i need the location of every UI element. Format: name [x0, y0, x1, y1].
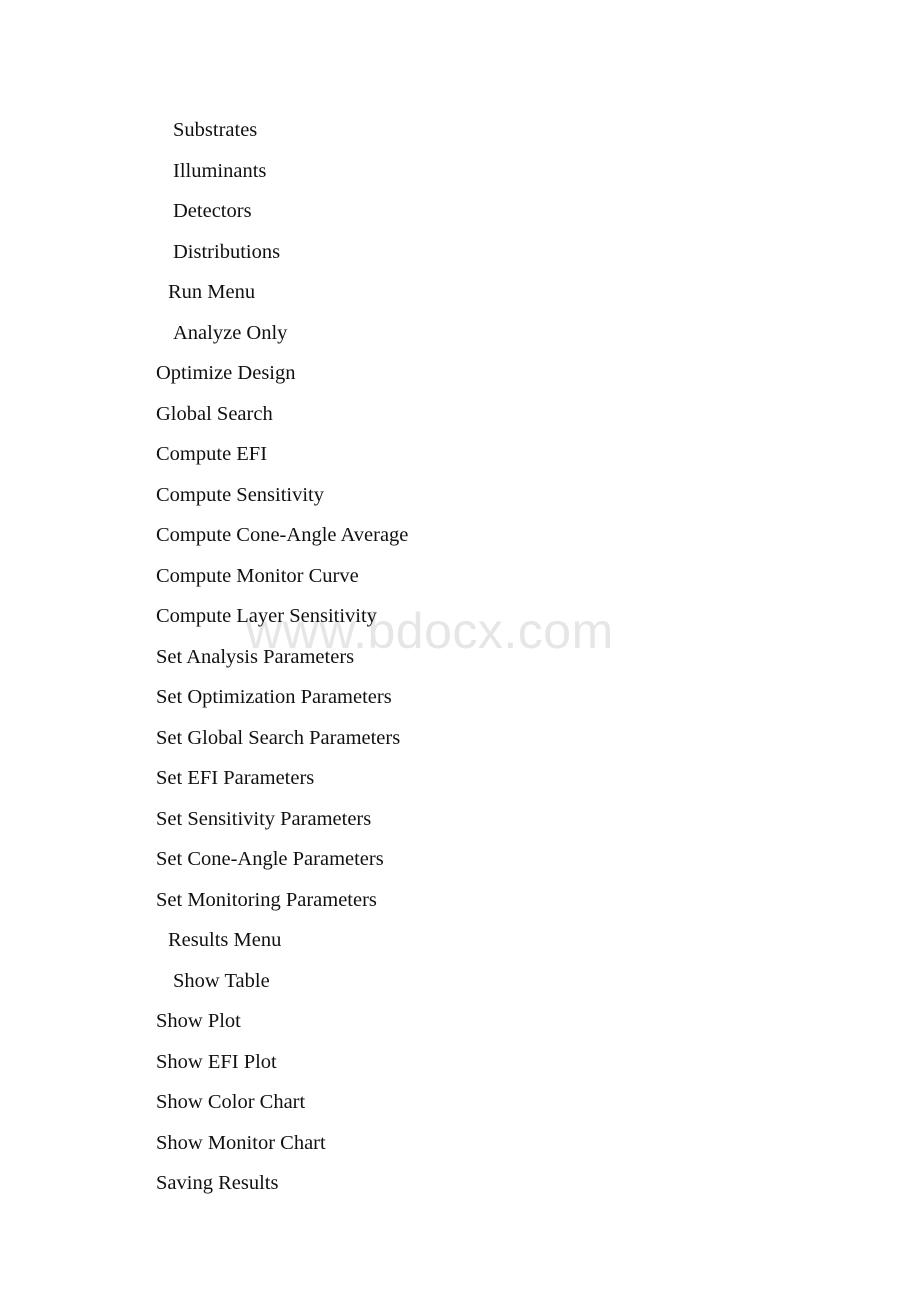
toc-entry[interactable]: Distributions: [0, 232, 920, 273]
toc-entry[interactable]: Set Sensitivity Parameters: [0, 799, 920, 840]
toc-entry[interactable]: Show Plot: [0, 1001, 920, 1042]
toc-entry[interactable]: Results Menu: [0, 920, 920, 961]
toc-entry[interactable]: Set Monitoring Parameters: [0, 880, 920, 921]
toc-entry[interactable]: Compute Cone-Angle Average: [0, 515, 920, 556]
document-page: www.bdocx.com Substrates Illuminants Detec…: [0, 0, 920, 1302]
toc-entry[interactable]: Show Table: [0, 961, 920, 1002]
toc-entry[interactable]: Set Analysis Parameters: [0, 637, 920, 678]
toc-entry[interactable]: Compute Monitor Curve: [0, 556, 920, 597]
toc-entry[interactable]: Show Color Chart: [0, 1082, 920, 1123]
toc-entry[interactable]: Set Global Search Parameters: [0, 718, 920, 759]
toc-entry[interactable]: Optimize Design: [0, 353, 920, 394]
toc-entry[interactable]: Substrates: [0, 110, 920, 151]
toc-entry[interactable]: Show EFI Plot: [0, 1042, 920, 1083]
toc-entry[interactable]: Set Optimization Parameters: [0, 677, 920, 718]
toc-entry[interactable]: Analyze Only: [0, 313, 920, 354]
toc-entry[interactable]: Compute Layer Sensitivity: [0, 596, 920, 637]
table-of-contents: Substrates Illuminants Detectors Distributi…: [0, 110, 920, 1204]
toc-entry[interactable]: Set Cone-Angle Parameters: [0, 839, 920, 880]
toc-entry[interactable]: Global Search: [0, 394, 920, 435]
toc-entry[interactable]: Show Monitor Chart: [0, 1123, 920, 1164]
toc-entry[interactable]: Detectors: [0, 191, 920, 232]
toc-entry[interactable]: Illuminants: [0, 151, 920, 192]
toc-entry[interactable]: Run Menu: [0, 272, 920, 313]
toc-entry[interactable]: Saving Results: [0, 1163, 920, 1204]
toc-entry[interactable]: Set EFI Parameters: [0, 758, 920, 799]
toc-entry[interactable]: Compute Sensitivity: [0, 475, 920, 516]
toc-entry[interactable]: Compute EFI: [0, 434, 920, 475]
